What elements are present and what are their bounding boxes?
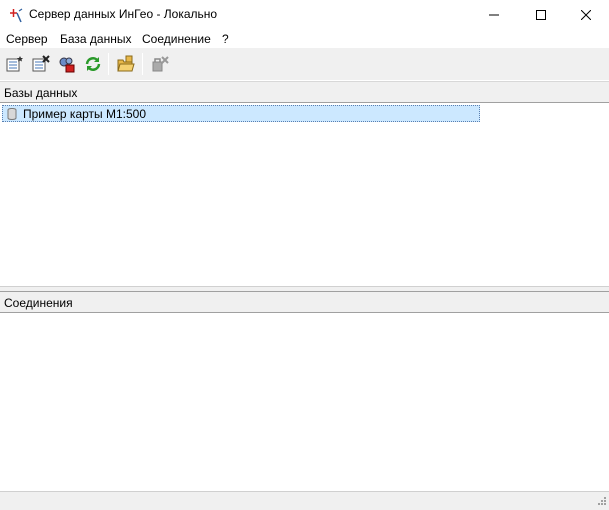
database-item-label: Пример карты М1:500	[23, 107, 147, 121]
databases-panel-header: Базы данных	[0, 81, 609, 103]
remove-database-button[interactable]	[31, 54, 51, 74]
window-title: Сервер данных ИнГео - Локально	[29, 7, 218, 21]
refresh-button[interactable]	[83, 54, 103, 74]
disconnect-button[interactable]	[150, 54, 170, 74]
disconnect-icon	[152, 56, 169, 72]
toolbar	[0, 48, 609, 80]
database-settings-icon	[59, 57, 75, 73]
ingeo-server-icon	[10, 8, 23, 23]
maximize-button[interactable]	[518, 0, 564, 30]
toolbar-separator	[108, 53, 109, 75]
connections-list[interactable]	[0, 314, 609, 491]
resize-grip-icon[interactable]	[595, 496, 607, 508]
connections-panel-title: Соединения	[4, 296, 73, 310]
menu-database[interactable]: База данных	[60, 32, 131, 46]
database-icon	[7, 108, 17, 120]
toolbar-separator	[142, 53, 143, 75]
minimize-button[interactable]	[471, 0, 517, 30]
close-icon	[581, 10, 591, 20]
menu-server[interactable]: Сервер	[6, 32, 48, 46]
menu-help[interactable]: ?	[222, 32, 229, 46]
refresh-icon	[85, 57, 101, 71]
close-button[interactable]	[563, 0, 609, 30]
minimize-icon	[489, 14, 499, 16]
menu-connection[interactable]: Соединение	[142, 32, 211, 46]
connections-panel-header: Соединения	[0, 291, 609, 313]
database-settings-button[interactable]	[57, 54, 77, 74]
databases-list[interactable]: Пример карты М1:500	[0, 103, 609, 286]
maximize-icon	[536, 10, 546, 20]
status-bar	[0, 491, 609, 510]
open-folder-button[interactable]	[116, 54, 136, 74]
list-item[interactable]: Пример карты М1:500	[2, 105, 480, 122]
add-database-button[interactable]	[5, 54, 25, 74]
menu-bar: Сервер База данных Соединение ?	[0, 30, 609, 48]
open-folder-icon	[117, 55, 135, 72]
remove-database-icon	[32, 55, 50, 72]
add-database-icon	[6, 56, 23, 72]
databases-panel-title: Базы данных	[4, 86, 78, 100]
title-bar: Сервер данных ИнГео - Локально	[0, 0, 609, 30]
